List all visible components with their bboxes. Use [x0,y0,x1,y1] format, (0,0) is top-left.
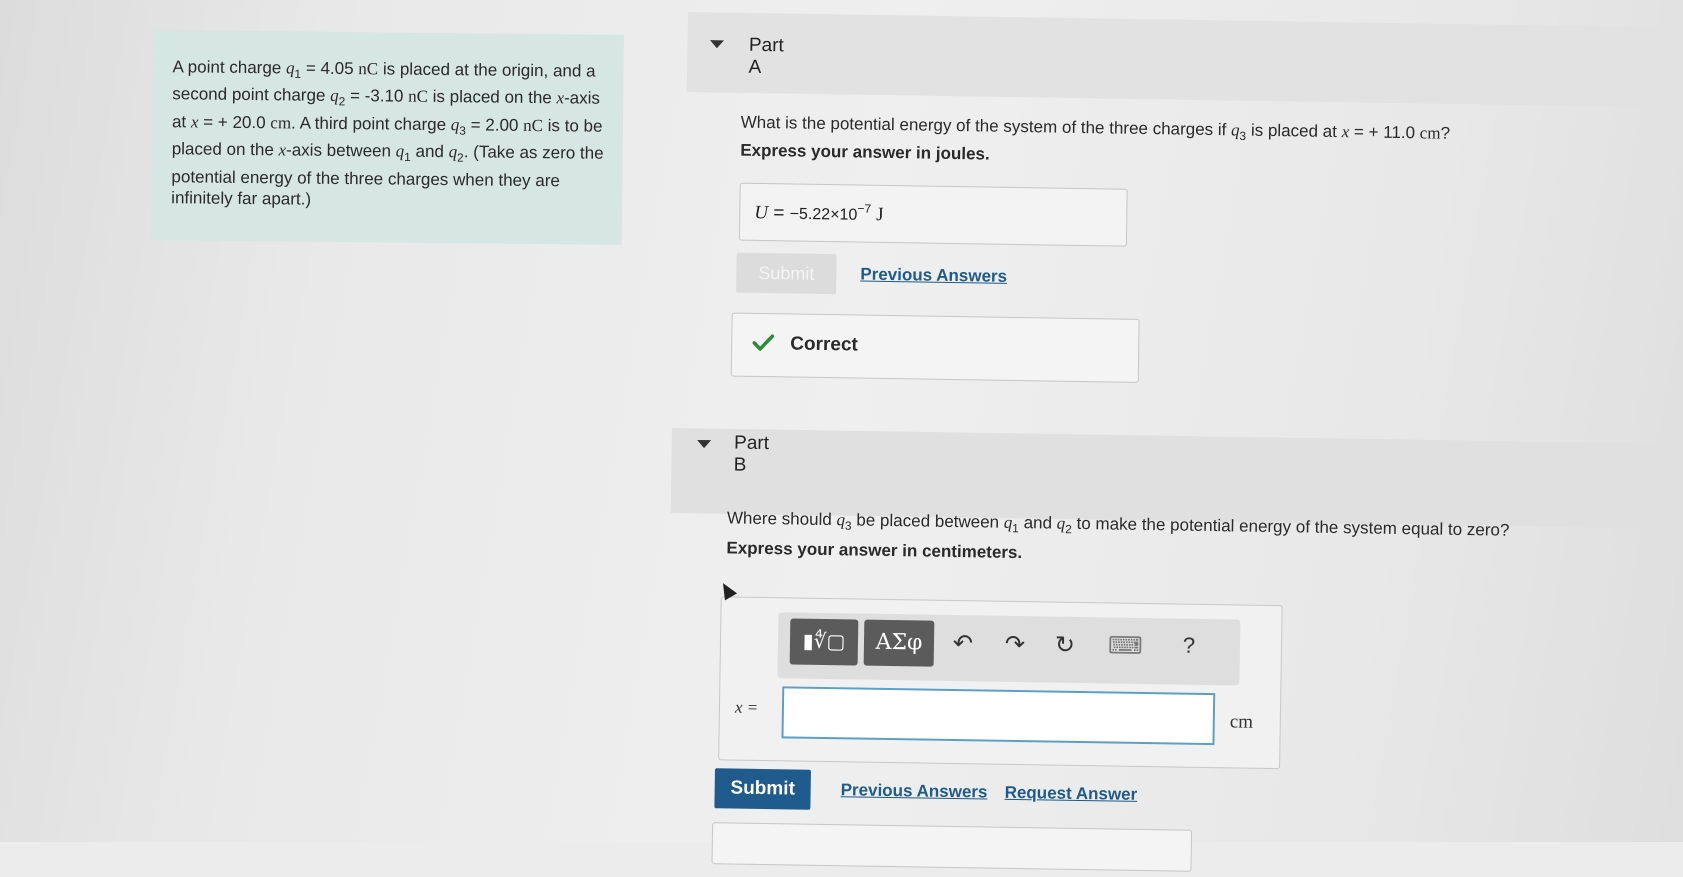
problem-text: A point charge q1 = 4.05 nC is placed at… [171,57,604,209]
symbols-button[interactable]: ΑΣφ [863,619,935,667]
math-toolbar: ▮∜▢ ΑΣφ ↶ ↷ ↻ ⌨ ? [777,612,1241,686]
feedback-box [711,822,1193,872]
correct-feedback: Correct [730,312,1140,383]
correct-label: Correct [790,333,858,356]
part-a-answer-box: U = −5.22×10−7 J [738,182,1128,247]
answer-input-box[interactable] [781,686,1216,746]
part-b-title: Part B [733,432,770,476]
reset-icon[interactable]: ↻ [1050,631,1080,660]
keyboard-icon[interactable]: ⌨ [1108,631,1143,660]
answer-unit: cm [1229,711,1254,733]
part-b-submit-button[interactable]: Submit [714,768,811,810]
part-a-title: Part A [748,34,784,78]
problem-statement: A point charge q1 = 4.05 nC is placed at… [150,30,624,245]
collapse-triangle-icon[interactable] [709,40,724,49]
redo-icon[interactable]: ↷ [1000,630,1030,659]
part-a-instruction: Express your answer in joules. [740,140,990,164]
part-b-previous-answers-link[interactable]: Previous Answers [841,780,988,802]
part-a-header[interactable] [686,12,1683,108]
part-a-previous-answers-link[interactable]: Previous Answers [860,265,1007,287]
answer-editor: ▮∜▢ ΑΣφ ↶ ↷ ↻ ⌨ ? x = cm [718,596,1283,770]
templates-button[interactable]: ▮∜▢ [789,618,859,666]
undo-icon[interactable]: ↶ [948,629,978,658]
answer-variable-label: x = [734,697,759,717]
request-answer-link[interactable]: Request Answer [1004,783,1138,805]
check-icon [752,334,775,351]
help-button[interactable]: ? [1174,632,1204,658]
part-a-answer: U = −5.22×10−7 J [754,201,884,226]
collapse-triangle-icon[interactable] [697,439,712,449]
answer-input[interactable] [783,688,1214,744]
part-a-submit-button[interactable]: Submit [736,252,837,295]
